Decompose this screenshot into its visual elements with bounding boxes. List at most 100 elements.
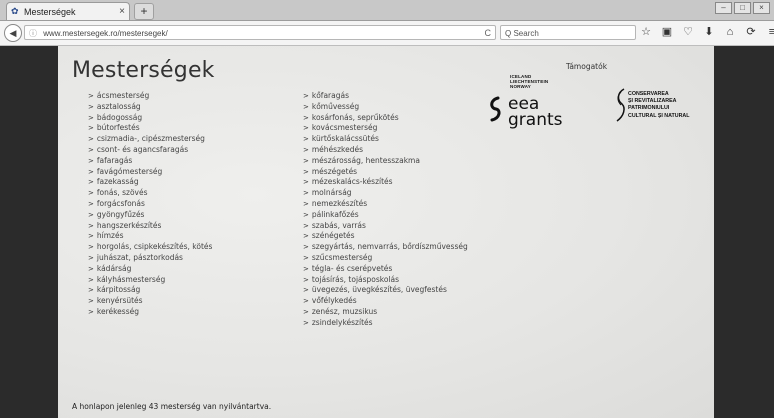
craft-link[interactable]: > pálinkafőzés	[303, 210, 468, 221]
chevron-right-icon: >	[88, 124, 94, 133]
new-tab-button[interactable]: +	[134, 3, 154, 20]
craft-link-label: bútorfestés	[96, 123, 140, 133]
craft-link[interactable]: > bútorfestés	[88, 123, 212, 134]
craft-link[interactable]: > kosárfonás, seprűkötés	[303, 113, 468, 124]
minimize-button[interactable]: –	[715, 2, 732, 14]
craft-link[interactable]: > kürtőskalácssütés	[303, 134, 468, 145]
craft-link[interactable]: > fazekasság	[88, 177, 212, 188]
reload-icon[interactable]: C	[485, 26, 492, 41]
page-title: Mesterségek	[72, 58, 215, 83]
craft-link[interactable]: > csont- és agancsfaragás	[88, 145, 212, 156]
heritage-line: CONSERVAREA	[628, 91, 669, 97]
pocket-icon[interactable]: ♡	[682, 25, 694, 40]
craft-link-label: kályhásmesterség	[96, 274, 166, 284]
craft-link[interactable]: > forgácsfonás	[88, 199, 212, 210]
craft-link[interactable]: > kőművesség	[303, 102, 468, 113]
window-controls: – □ ×	[715, 2, 770, 14]
craft-link[interactable]: > szénégetés	[303, 231, 468, 242]
chevron-right-icon: >	[88, 199, 94, 208]
chevron-right-icon: >	[303, 135, 309, 144]
chevron-right-icon: >	[303, 307, 309, 316]
craft-link-label: horgolás, csipkekészítés, kötés	[96, 242, 213, 252]
craft-link[interactable]: > kályhásmesterség	[88, 275, 212, 286]
bookmark-star-icon[interactable]: ☆	[640, 25, 652, 40]
craft-link-label: forgácsfonás	[96, 198, 145, 208]
craft-link[interactable]: > szegyártás, nemvarrás, bőrdíszművesség	[303, 242, 468, 253]
tab-mestersegek[interactable]: ✿ Mesterségek ×	[6, 2, 130, 20]
chevron-right-icon: >	[88, 253, 94, 262]
craft-link[interactable]: > hímzés	[88, 231, 212, 242]
craft-link[interactable]: > vőfélykedés	[303, 296, 468, 307]
craft-link[interactable]: > kárpitosság	[88, 285, 212, 296]
chevron-right-icon: >	[88, 232, 94, 241]
craft-link-label: nemezkészítés	[311, 198, 368, 208]
craft-link[interactable]: > asztalosság	[88, 102, 212, 113]
craft-link[interactable]: > nemezkészítés	[303, 199, 468, 210]
craft-link[interactable]: > tégla- és cserépvetés	[303, 264, 468, 275]
craft-link[interactable]: > szűcsmesterség	[303, 253, 468, 264]
craft-link[interactable]: > zenész, muzsikus	[303, 307, 468, 318]
site-info-icon[interactable]: ⓘ	[29, 29, 37, 38]
craft-link[interactable]: > mészárosság, hentesszakma	[303, 156, 468, 167]
navigation-toolbar: ◀ ⓘ www.mestersegek.ro/mestersegek/ C Q …	[0, 21, 774, 46]
maximize-button[interactable]: □	[734, 2, 751, 14]
craft-link[interactable]: > kőfaragás	[303, 91, 468, 102]
craft-link[interactable]: > kenyérsütés	[88, 296, 212, 307]
craft-link[interactable]: > mézeskalács-készítés	[303, 177, 468, 188]
reading-list-icon[interactable]: ▣	[661, 25, 673, 40]
craft-link-label: kárpitosság	[96, 285, 141, 295]
chevron-right-icon: >	[88, 156, 94, 165]
chevron-right-icon: >	[88, 189, 94, 198]
craft-link[interactable]: > zsindelykészítés	[303, 318, 468, 329]
craft-link[interactable]: > üvegezés, üvegkészítés, üvegfestés	[303, 285, 468, 296]
craft-link-label: méhészkedés	[311, 144, 363, 154]
search-input[interactable]: Q Search	[500, 25, 636, 40]
craft-list-column-2: > kőfaragás > kőművesség > kosárfonás, seprűk…	[303, 91, 468, 329]
craft-link-label: hangszerkészítés	[96, 220, 162, 230]
chevron-right-icon: >	[303, 156, 309, 165]
chevron-right-icon: >	[303, 297, 309, 306]
craft-link-label: asztalosság	[96, 101, 141, 111]
chevron-right-icon: >	[88, 178, 94, 187]
heritage-programme-logo[interactable]: CONSERVAREA ȘI REVITALIZAREA PATRIMONIUL…	[614, 88, 710, 128]
chevron-right-icon: >	[303, 286, 309, 295]
chevron-right-icon: >	[88, 297, 94, 306]
craft-link[interactable]: > csizmadia-, cipészmesterség	[88, 134, 212, 145]
tab-bar: ✿ Mesterségek × + – □ ×	[0, 0, 774, 21]
craft-link[interactable]: > kádárság	[88, 264, 212, 275]
craft-link[interactable]: > gyöngyfűzés	[88, 210, 212, 221]
craft-link[interactable]: > bádogosság	[88, 113, 212, 124]
craft-link[interactable]: > ácsmesterség	[88, 91, 212, 102]
close-window-button[interactable]: ×	[753, 2, 770, 14]
home-icon[interactable]: ⌂	[724, 25, 736, 40]
craft-link[interactable]: > favágómesterség	[88, 167, 212, 178]
sync-icon[interactable]: ⟳	[745, 25, 757, 40]
back-button[interactable]: ◀	[4, 24, 22, 42]
craft-link-label: kőfaragás	[311, 91, 349, 100]
craft-link[interactable]: > kovácsmesterség	[303, 123, 468, 134]
craft-link[interactable]: > kerékesség	[88, 307, 212, 318]
chevron-right-icon: >	[88, 113, 94, 122]
chevron-right-icon: >	[88, 92, 94, 100]
craft-link[interactable]: > hangszerkészítés	[88, 221, 212, 232]
craft-link[interactable]: > méhészkedés	[303, 145, 468, 156]
address-bar[interactable]: ⓘ www.mestersegek.ro/mestersegek/ C	[24, 25, 496, 40]
chevron-right-icon: >	[303, 113, 309, 122]
download-icon[interactable]: ⬇	[703, 25, 715, 40]
craft-link[interactable]: > szabás, varrás	[303, 221, 468, 232]
menu-icon[interactable]: ≡	[766, 25, 774, 40]
chevron-right-icon: >	[303, 102, 309, 111]
chevron-right-icon: >	[88, 135, 94, 144]
craft-link[interactable]: > mészégetés	[303, 167, 468, 178]
craft-link[interactable]: > fafaragás	[88, 156, 212, 167]
craft-link[interactable]: > horgolás, csipkekészítés, kötés	[88, 242, 212, 253]
close-tab-icon[interactable]: ×	[119, 6, 125, 17]
craft-link[interactable]: > juhászat, pásztorkodás	[88, 253, 212, 264]
craft-link-label: csont- és agancsfaragás	[96, 144, 189, 154]
chevron-right-icon: >	[303, 189, 309, 198]
chevron-right-icon: >	[303, 199, 309, 208]
craft-link[interactable]: > molnárság	[303, 188, 468, 199]
craft-link[interactable]: > tojásírás, tojásposkolás	[303, 275, 468, 286]
eea-grants-logo[interactable]: ICELAND LIECHTENSTEIN NORWAY eea grants	[488, 74, 598, 140]
craft-link[interactable]: > fonás, szövés	[88, 188, 212, 199]
